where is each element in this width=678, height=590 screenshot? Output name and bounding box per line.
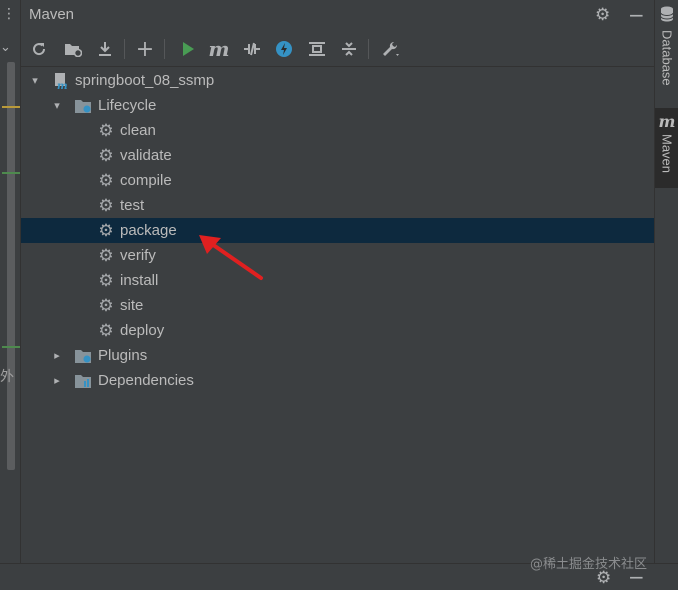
tree-row-project[interactable]: ▾ m springboot_08_ssmp: [21, 68, 654, 93]
gear-icon: ⚙: [98, 245, 114, 266]
dependencies-label: Dependencies: [98, 372, 194, 389]
more-options-icon[interactable]: ⋮: [2, 6, 16, 22]
toolbar-separator: [124, 39, 125, 59]
maven-module-icon: m: [52, 72, 70, 90]
warning-marker: [2, 106, 20, 108]
editor-gutter-strip: ⋮ ⌄ 外: [0, 0, 21, 590]
editor-scrollbar[interactable]: [7, 62, 15, 470]
tree-row-plugins[interactable]: ▸ Plugins: [21, 343, 654, 368]
change-marker: [2, 172, 20, 174]
lifecycle-folder-icon: [74, 97, 92, 115]
chevron-right-icon[interactable]: ▸: [51, 374, 63, 387]
execute-goal-icon[interactable]: m: [207, 37, 231, 61]
run-icon[interactable]: [176, 37, 200, 61]
goal-label: deploy: [120, 322, 165, 339]
collapse-all-icon[interactable]: [337, 37, 361, 61]
gear-icon: ⚙: [98, 195, 114, 216]
gear-icon: ⚙: [98, 295, 114, 316]
right-tool-stripe: Database m Maven: [654, 0, 678, 563]
watermark: @稀土掘金技术社区: [530, 557, 648, 572]
tree-row-goal-compile[interactable]: ⚙ compile: [21, 168, 654, 193]
tree-row-goal-deploy[interactable]: ⚙ deploy: [21, 318, 654, 343]
maven-project-tree: ▾ m springboot_08_ssmp ▾ Lifecycle ⚙ cle…: [21, 68, 654, 563]
reload-icon[interactable]: [27, 37, 51, 61]
tab-maven-label: Maven: [659, 134, 675, 174]
add-icon[interactable]: +: [133, 37, 157, 62]
tree-row-dependencies[interactable]: ▸ Dependencies: [21, 368, 654, 393]
goal-label: compile: [120, 172, 172, 189]
goal-label: test: [120, 197, 145, 214]
toolbar-separator: [164, 39, 165, 59]
gear-icon: ⚙: [98, 220, 114, 241]
tree-row-goal-test[interactable]: ⚙ test: [21, 193, 654, 218]
tool-window-header: Maven ⚙ −: [21, 0, 654, 31]
goal-label: validate: [120, 147, 172, 164]
gear-icon: ⚙: [98, 120, 114, 141]
editor-text-fragment: 外: [0, 369, 14, 385]
tree-row-lifecycle[interactable]: ▾ Lifecycle: [21, 93, 654, 118]
tree-row-goal-package[interactable]: ⚙ package: [21, 218, 654, 243]
goal-label: clean: [120, 122, 156, 139]
goal-label: package: [120, 222, 177, 239]
toggle-offline-icon[interactable]: [240, 37, 264, 61]
change-marker: [2, 346, 20, 348]
tree-row-goal-install[interactable]: ⚙ install: [21, 268, 654, 293]
gear-icon: ⚙: [98, 270, 114, 291]
plugins-folder-icon: [74, 347, 92, 365]
tab-database[interactable]: Database: [655, 6, 678, 86]
annotation-arrow: [199, 235, 263, 280]
dependencies-folder-icon: [74, 372, 92, 390]
plugins-label: Plugins: [98, 347, 148, 364]
generate-sources-icon[interactable]: [61, 37, 85, 61]
tab-maven[interactable]: m Maven: [655, 108, 678, 188]
lifecycle-label: Lifecycle: [98, 97, 157, 114]
show-dependencies-icon[interactable]: [305, 37, 329, 61]
chevron-down-icon[interactable]: ▾: [51, 99, 63, 112]
goal-label: site: [120, 297, 144, 314]
toolbar-separator: [368, 39, 369, 59]
tree-row-goal-clean[interactable]: ⚙ clean: [21, 118, 654, 143]
goal-label: verify: [120, 247, 156, 264]
tree-row-goal-site[interactable]: ⚙ site: [21, 293, 654, 318]
panel-title: Maven: [29, 6, 75, 23]
maven-icon: m: [658, 112, 676, 131]
svg-text:m: m: [57, 81, 68, 90]
gear-icon[interactable]: ⚙: [595, 5, 610, 25]
chevron-right-icon[interactable]: ▸: [51, 349, 63, 362]
tree-row-goal-verify[interactable]: ⚙ verify: [21, 243, 654, 268]
tab-database-label: Database: [659, 30, 675, 86]
tree-row-goal-validate[interactable]: ⚙ validate: [21, 143, 654, 168]
skip-tests-icon[interactable]: [272, 37, 296, 61]
goal-label: install: [120, 272, 159, 289]
maven-toolbar: + m: [21, 31, 654, 67]
chevron-down-icon[interactable]: ▾: [29, 74, 41, 87]
database-icon: [660, 6, 674, 26]
project-label: springboot_08_ssmp: [75, 72, 215, 89]
settings-wrench-icon[interactable]: [379, 37, 403, 61]
minimize-icon[interactable]: −: [628, 3, 645, 27]
chevron-down-icon[interactable]: ⌄: [0, 40, 11, 55]
gear-icon: ⚙: [98, 145, 114, 166]
gear-icon: ⚙: [98, 170, 114, 191]
download-icon[interactable]: [93, 37, 117, 61]
gear-icon: ⚙: [98, 320, 114, 341]
